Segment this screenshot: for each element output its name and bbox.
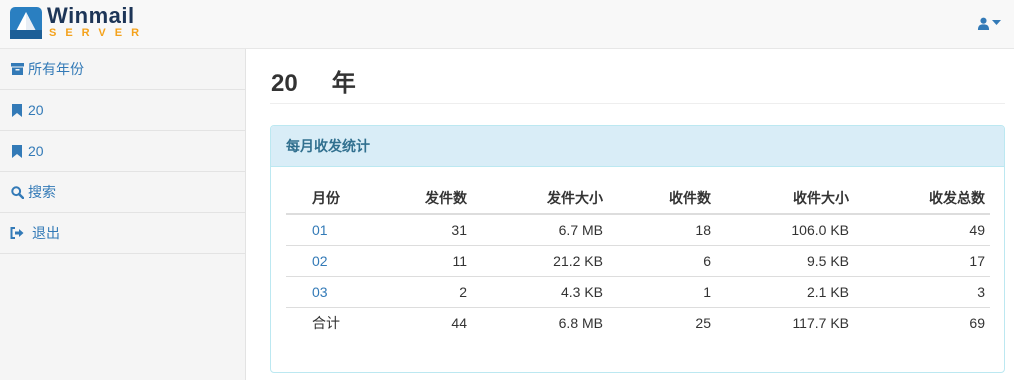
sent-size-cell: 4.3 KB (472, 276, 608, 308)
sidebar-item-label: 20 (28, 102, 44, 118)
received-size-cell: 2.1 KB (716, 276, 854, 308)
main-content: 20 年 每月收发统计 月份 发件数 发件大小 收件数 收件大小 收发总数 01 … (270, 49, 1005, 373)
search-icon (10, 185, 24, 199)
column-header-sent-size: 发件大小 (472, 183, 608, 215)
sent-count-total: 44 (451, 314, 467, 331)
total-count-cell: 17 (854, 245, 990, 277)
sidebar-item-label: 所有年份 (28, 61, 84, 77)
panel-title: 每月收发统计 (271, 126, 1004, 167)
sidebar-item-logout[interactable]: 退出 (0, 213, 245, 254)
month-link[interactable]: 01 (312, 222, 328, 238)
sidebar-item-label: 退出 (32, 225, 60, 241)
sidebar-item-year-2[interactable]: 20 (0, 131, 245, 172)
grand-total: 69 (969, 314, 985, 331)
bookmark-icon (10, 103, 24, 117)
user-icon (977, 17, 990, 30)
column-header-received-count: 收件数 (608, 183, 716, 215)
month-link[interactable]: 03 (312, 284, 328, 300)
column-header-received-size: 收件大小 (716, 183, 854, 215)
table-row: 03 2 4.3 KB 1 2.1 KB 3 (286, 276, 990, 308)
sent-size-cell: 21.2 KB (472, 245, 608, 277)
brand-name: Winmail (47, 3, 135, 28)
page-title-year: 20 (271, 70, 298, 97)
monthly-stats-panel: 每月收发统计 月份 发件数 发件大小 收件数 收件大小 收发总数 01 31 6… (270, 125, 1005, 373)
received-size-cell: 106.0 KB (716, 214, 854, 246)
bookmark-icon (10, 144, 24, 158)
caret-down-icon (992, 20, 1001, 25)
sidebar-item-label: 搜索 (28, 184, 56, 200)
page-title: 20 年 (270, 69, 1005, 104)
received-count-cell: 1 (608, 276, 716, 308)
sidebar-item-year-1[interactable]: 20 (0, 90, 245, 131)
table-header-row: 月份 发件数 发件大小 收件数 收件大小 收发总数 (286, 183, 990, 215)
table-row: 01 31 6.7 MB 18 106.0 KB 49 (286, 214, 990, 246)
column-header-month: 月份 (286, 183, 372, 215)
archive-icon (10, 62, 24, 76)
received-count-cell: 18 (608, 214, 716, 246)
total-count-cell: 49 (854, 214, 990, 246)
received-count-cell: 6 (608, 245, 716, 277)
user-menu-toggle[interactable] (977, 14, 1001, 32)
column-header-sent-count: 发件数 (372, 183, 472, 215)
received-size-total: 117.7 KB (792, 314, 849, 331)
sign-out-icon (10, 226, 24, 240)
sidebar-item-label: 20 (28, 143, 44, 159)
page-title-suffix: 年 (331, 70, 356, 97)
sent-count-cell: 11 (372, 245, 472, 277)
month-link[interactable]: 02 (312, 253, 328, 269)
brand-subtitle: SERVER (49, 27, 149, 39)
received-count-total: 25 (695, 314, 711, 331)
total-count-cell: 3 (854, 276, 990, 308)
table-total-row: 合计 44 6.8 MB 25 117.7 KB 69 (286, 307, 990, 338)
sidebar-item-all-years[interactable]: 所有年份 (0, 49, 245, 90)
monthly-stats-table: 月份 发件数 发件大小 收件数 收件大小 收发总数 01 31 6.7 MB 1… (286, 183, 990, 338)
sent-count-cell: 2 (372, 276, 472, 308)
received-size-cell: 9.5 KB (716, 245, 854, 277)
winmail-logo[interactable]: Winmail SERVER (9, 3, 149, 41)
table-row: 02 11 21.2 KB 6 9.5 KB 17 (286, 245, 990, 277)
sent-size-total: 6.8 MB (558, 314, 603, 331)
sent-size-cell: 6.7 MB (472, 214, 608, 246)
top-navbar: Winmail SERVER (0, 0, 1014, 49)
sent-count-cell: 31 (372, 214, 472, 246)
sidebar: 所有年份 20 20 搜索 退出 (0, 49, 246, 380)
total-label-cell: 合计 (312, 314, 340, 331)
column-header-total: 收发总数 (854, 183, 990, 215)
logo-icon (10, 7, 42, 39)
sidebar-item-search[interactable]: 搜索 (0, 172, 245, 213)
